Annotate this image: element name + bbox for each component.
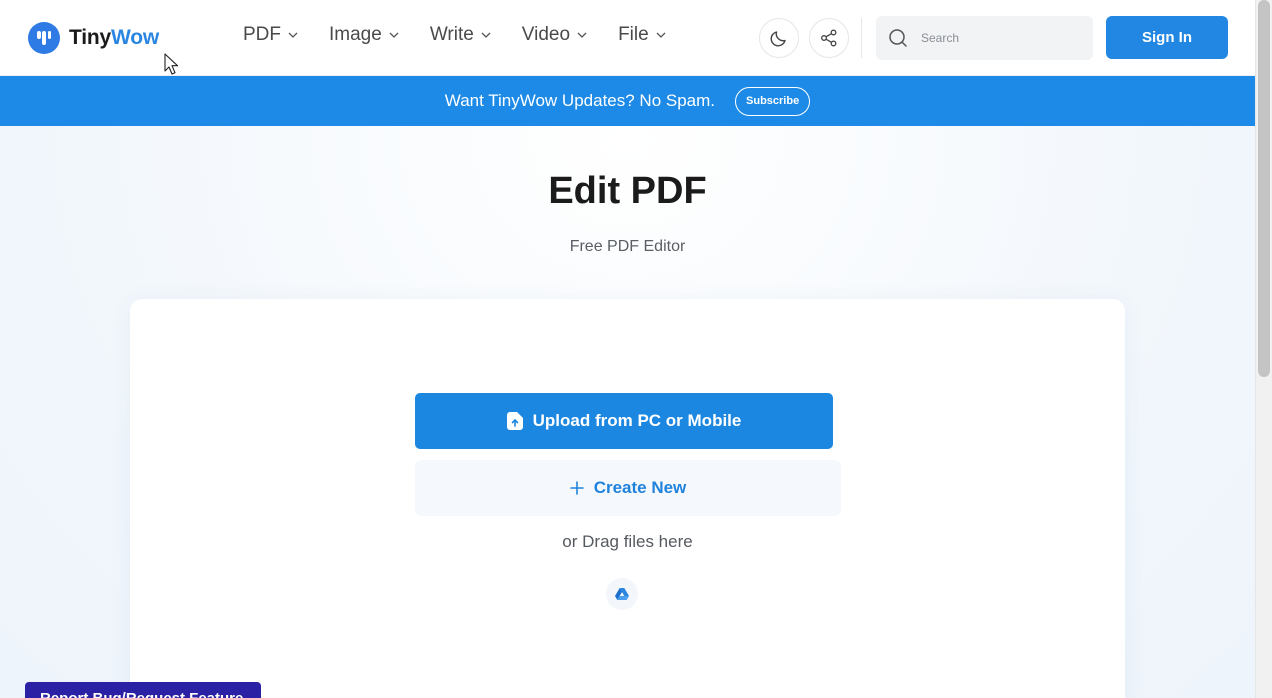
chevron-down-icon <box>389 32 399 38</box>
google-drive-button[interactable] <box>606 578 638 610</box>
nav-write-label: Write <box>429 24 474 45</box>
subscribe-button[interactable]: Subscribe <box>735 86 811 116</box>
updates-banner: Want TinyWow Updates? No Spam. Subscribe <box>0 76 1255 126</box>
nav-pdf[interactable]: PDF <box>243 24 299 46</box>
nav-image-label: Image <box>329 24 382 45</box>
search-input[interactable] <box>921 31 1081 45</box>
nav-image[interactable]: Image <box>329 24 400 46</box>
nav-file-label: File <box>618 24 649 45</box>
page-title: Edit PDF <box>548 170 707 212</box>
moon-icon <box>770 31 786 47</box>
page-subtitle: Free PDF Editor <box>569 238 686 255</box>
logo-text: TinyWow <box>69 26 159 50</box>
logo-text-part1: Tiny <box>69 26 111 49</box>
create-new-button[interactable]: Create New <box>415 460 841 516</box>
google-drive-icon <box>615 588 629 600</box>
chevron-down-icon <box>656 32 666 38</box>
sign-in-button[interactable]: Sign In <box>1106 16 1228 59</box>
mouse-cursor-icon <box>164 53 178 75</box>
page-scrollbar[interactable] <box>1255 0 1272 698</box>
search-box[interactable] <box>876 16 1093 60</box>
top-header: TinyWow PDF Image Write Video File Searc… <box>0 0 1255 76</box>
create-new-label: Create New <box>593 478 687 497</box>
theme-toggle-button[interactable] <box>759 18 799 58</box>
chevron-down-icon <box>577 32 587 38</box>
page: TinyWow PDF Image Write Video File Searc… <box>0 0 1255 698</box>
nav-video-label: Video <box>521 24 571 45</box>
nav-pdf-label: PDF <box>243 24 281 45</box>
nav-video[interactable]: Video <box>522 24 588 46</box>
share-icon <box>821 29 837 47</box>
banner-text: Want TinyWow Updates? No Spam. <box>444 91 716 110</box>
main-nav: PDF Image Write Video File <box>243 24 697 46</box>
file-upload-icon <box>506 412 523 430</box>
drag-files-text: or Drag files here <box>562 532 693 551</box>
header-divider <box>861 18 862 58</box>
nav-file[interactable]: File <box>618 24 667 46</box>
upload-button[interactable]: Upload from PC or Mobile <box>415 393 833 449</box>
logo-text-part2: Wow <box>111 26 160 49</box>
chevron-down-icon <box>481 32 491 38</box>
tinywow-logo[interactable]: TinyWow <box>28 22 159 54</box>
plus-icon <box>569 481 584 495</box>
logo-icon <box>28 22 60 54</box>
search-icon <box>889 29 907 47</box>
upload-button-label: Upload from PC or Mobile <box>532 411 742 430</box>
chevron-down-icon <box>288 32 298 38</box>
report-bug-button[interactable]: Report Bug/Request Feature <box>25 682 261 698</box>
scrollbar-thumb[interactable] <box>1258 0 1270 377</box>
share-button[interactable] <box>809 18 849 58</box>
nav-write[interactable]: Write <box>430 24 492 46</box>
